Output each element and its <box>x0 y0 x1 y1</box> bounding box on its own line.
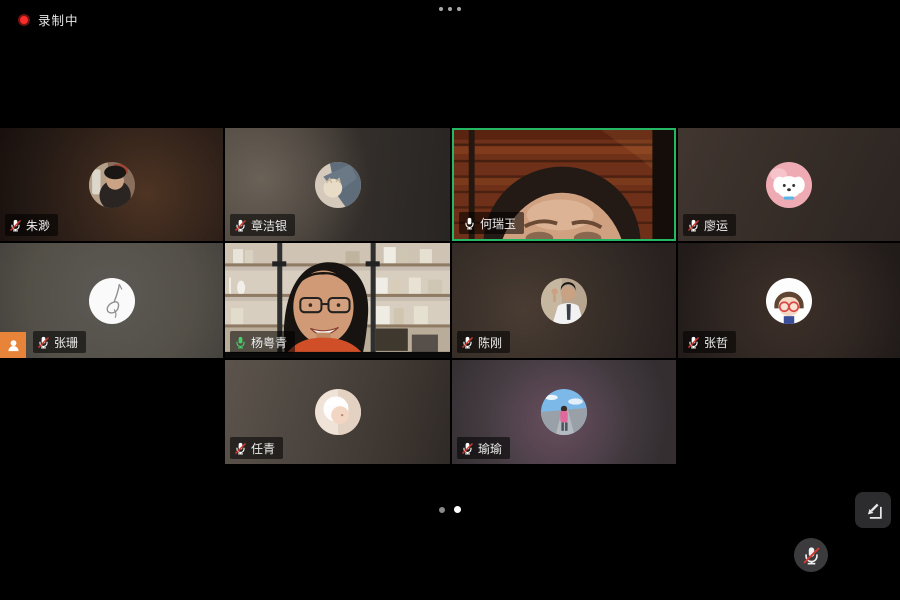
participant-name: 张珊 <box>54 334 78 351</box>
mic-muted-icon <box>234 219 247 232</box>
participant-name: 杨粤青 <box>251 334 287 351</box>
name-label: 朱渺 <box>5 214 58 236</box>
participant-tile[interactable]: 廖运 <box>678 128 900 241</box>
minimize-view-button[interactable] <box>855 492 891 528</box>
participant-tile[interactable]: 陈刚 <box>452 243 676 358</box>
page-dot-2-current[interactable] <box>454 506 461 513</box>
participant-name: 廖运 <box>704 217 728 234</box>
mic-muted-icon <box>802 546 821 565</box>
minimize-icon <box>862 499 884 521</box>
participant-name: 张哲 <box>704 334 728 351</box>
avatar <box>766 162 812 208</box>
dot <box>439 7 443 11</box>
name-label: 张哲 <box>683 331 736 353</box>
mic-muted-icon <box>37 336 50 349</box>
participant-name: 陈刚 <box>478 334 502 351</box>
dot <box>457 7 461 11</box>
self-mic-muted-button[interactable] <box>794 538 828 572</box>
name-label: 任青 <box>230 437 283 459</box>
name-label: 何瑞玉 <box>459 212 524 234</box>
avatar <box>541 278 587 324</box>
participant-name: 何瑞玉 <box>480 215 516 232</box>
mic-muted-icon <box>687 219 700 232</box>
avatar <box>766 278 812 324</box>
participant-name: 朱渺 <box>26 217 50 234</box>
name-label: 廖运 <box>683 214 736 236</box>
name-label: 张珊 <box>33 331 86 353</box>
participant-tile[interactable]: 杨粤青 <box>225 243 450 358</box>
participant-tile[interactable]: 张哲 <box>678 243 900 358</box>
participant-tile[interactable]: 张珊 <box>0 243 223 358</box>
participant-tile[interactable]: 任青 <box>225 360 450 464</box>
dot <box>448 7 452 11</box>
mic-muted-icon <box>687 336 700 349</box>
avatar <box>541 389 587 435</box>
recording-label: 录制中 <box>38 10 79 29</box>
host-badge <box>0 332 26 358</box>
recording-indicator[interactable]: 录制中 <box>18 10 79 29</box>
name-label: 章洁银 <box>230 214 295 236</box>
avatar <box>89 162 135 208</box>
participant-tile[interactable]: 瑜瑜 <box>452 360 676 464</box>
avatar <box>315 162 361 208</box>
mic-muted-icon <box>461 336 474 349</box>
participant-tile[interactable]: 章洁银 <box>225 128 450 241</box>
more-options-icon[interactable] <box>439 7 461 11</box>
participant-tile-active-speaker[interactable]: 何瑞玉 <box>452 128 676 241</box>
participant-name: 任青 <box>251 440 275 457</box>
page-dot-1[interactable] <box>439 507 445 513</box>
mic-speaking-icon <box>234 336 247 349</box>
name-label: 瑜瑜 <box>457 437 510 459</box>
mic-on-icon <box>463 217 476 230</box>
avatar <box>89 278 135 324</box>
name-label: 杨粤青 <box>230 331 295 353</box>
host-person-icon <box>6 338 21 353</box>
mic-muted-icon <box>234 442 247 455</box>
name-label: 陈刚 <box>457 331 510 353</box>
participant-tile[interactable]: 朱渺 <box>0 128 223 241</box>
participant-name: 瑜瑜 <box>478 440 502 457</box>
avatar <box>315 389 361 435</box>
participant-name: 章洁银 <box>251 217 287 234</box>
mic-muted-icon <box>9 219 22 232</box>
recording-dot-icon <box>18 14 30 26</box>
pagination <box>439 506 461 513</box>
mic-muted-icon <box>461 442 474 455</box>
